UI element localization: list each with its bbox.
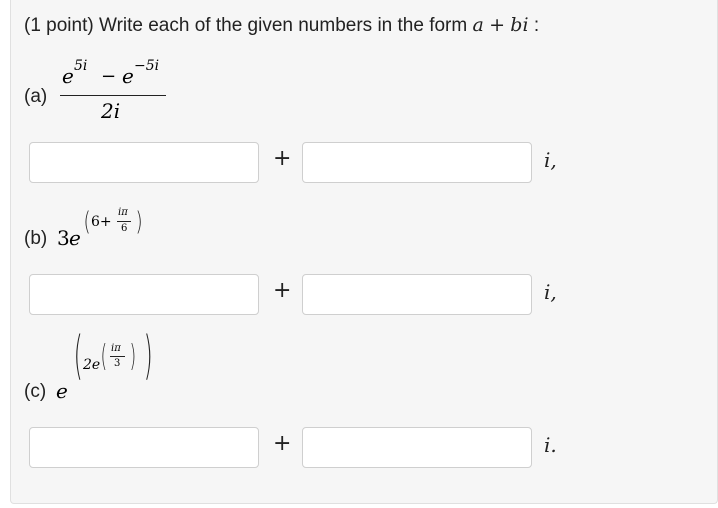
part-b-plus: + xyxy=(273,278,292,303)
part-a-exp2: −5i xyxy=(134,58,160,74)
part-c-inner-right-paren: ) xyxy=(129,339,137,374)
form-colon: : xyxy=(533,15,540,36)
part-a-minus: − xyxy=(101,66,117,87)
part-c-two-e: 2e xyxy=(83,357,101,373)
part-b-base: e xyxy=(69,226,81,250)
part-b-frac-bar xyxy=(117,221,131,222)
part-b-coef: 3 xyxy=(57,226,70,250)
part-a-denominator: 2i xyxy=(101,99,121,123)
part-a-e1: e xyxy=(62,64,74,88)
part-c-base: e xyxy=(56,379,68,403)
part-b-label: (b) xyxy=(24,228,48,249)
prompt-text: (1 point) Write each of the given number… xyxy=(24,15,468,36)
part-c-frac-bar xyxy=(110,356,125,357)
part-a-plus: + xyxy=(273,146,292,171)
problem-prompt: (1 point) Write each of the given number… xyxy=(24,14,539,37)
part-b-imag-input[interactable] xyxy=(302,274,532,315)
part-a-e2: e xyxy=(122,64,134,88)
form-plus: + xyxy=(489,14,506,36)
part-b-six-plus: 6+ xyxy=(91,214,112,230)
part-c-plus: + xyxy=(273,431,292,456)
part-c-label: (c) xyxy=(24,381,47,402)
part-c-suffix: i. xyxy=(544,433,557,457)
part-b-frac-num: iπ xyxy=(118,207,128,218)
part-a-exp1: 5i xyxy=(74,58,88,74)
part-b-left-paren: ( xyxy=(83,207,91,237)
part-c-outer-right-paren: ) xyxy=(143,326,153,386)
part-b-real-input[interactable] xyxy=(29,274,259,315)
part-a-imag-input[interactable] xyxy=(302,142,532,183)
form-bi: bi xyxy=(510,14,529,36)
form-a: a xyxy=(472,14,484,36)
part-c-imag-input[interactable] xyxy=(302,427,532,468)
part-c-inner-left-paren: ( xyxy=(100,339,108,374)
part-a-suffix: i, xyxy=(544,148,557,172)
part-a-real-input[interactable] xyxy=(29,142,259,183)
part-c-frac-den: 3 xyxy=(114,358,121,369)
part-c-real-input[interactable] xyxy=(29,427,259,468)
part-c-outer-left-paren: ( xyxy=(73,326,83,386)
part-a-fraction-bar xyxy=(60,95,166,96)
part-b-frac-den: 6 xyxy=(121,223,128,234)
part-c-frac-num: iπ xyxy=(111,343,121,354)
part-a-label: (a) xyxy=(24,86,48,107)
part-b-suffix: i, xyxy=(544,280,557,304)
part-b-right-paren: ) xyxy=(135,207,143,237)
